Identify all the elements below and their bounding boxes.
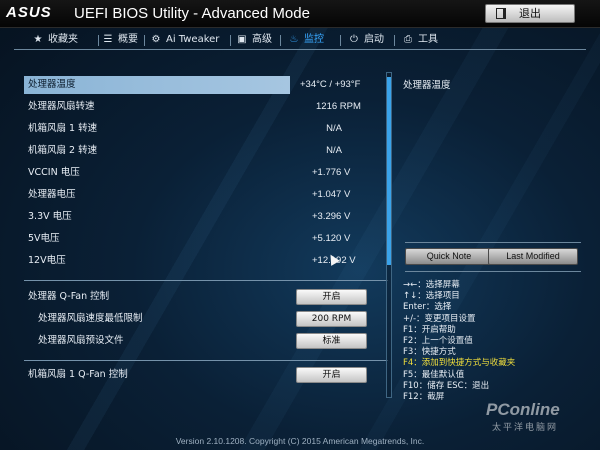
key-line: F10：储存 ESC：退出 <box>403 380 490 391</box>
tab-tool[interactable]: ⎙ 工具 <box>402 32 438 49</box>
help-divider <box>405 242 581 243</box>
star-icon: ★ <box>33 34 43 45</box>
monitor-row-5v[interactable]: 5V电压 +5.120 V <box>22 230 390 248</box>
key-line: F2：上一个设置值 <box>403 335 473 346</box>
nav-divider <box>98 35 99 46</box>
section-divider <box>24 280 388 281</box>
tab-main[interactable]: ☰ 概要 <box>102 32 138 49</box>
key-line: Enter：选择 <box>403 302 452 313</box>
chassis-fan-1-qfan-button[interactable]: 开启 <box>296 367 367 383</box>
row-label: 处理器电压 <box>28 189 76 200</box>
nav-divider <box>144 35 145 46</box>
nav-divider <box>340 35 341 46</box>
monitor-panel: 处理器温度 +34°C / +93°F 处理器风扇转速 1216 RPM 机箱风… <box>22 72 390 396</box>
cpu-fan-profile-button[interactable]: 标准 <box>296 333 367 349</box>
monitor-row-cpu-fan[interactable]: 处理器风扇转速 1216 RPM <box>22 98 390 116</box>
monitor-row-vccin[interactable]: VCCIN 电压 +1.776 V <box>22 164 390 182</box>
exit-label: 退出 <box>519 7 541 20</box>
row-value: +1.776 V <box>312 167 351 178</box>
key-line: F1：开启帮助 <box>403 324 456 335</box>
help-title: 处理器温度 <box>403 80 451 91</box>
title-bar: ASUS UEFI BIOS Utility - Advanced Mode 退… <box>0 0 600 28</box>
monitor-row-3v3[interactable]: 3.3V 电压 +3.296 V <box>22 208 390 226</box>
tab-monitor[interactable]: ♨ 监控 <box>288 32 324 49</box>
row-value: +5.120 V <box>312 233 351 244</box>
row-value: N/A <box>326 145 342 156</box>
monitor-row-cpu-voltage[interactable]: 处理器电压 +1.047 V <box>22 186 390 204</box>
tab-boot[interactable]: ⏻ 启动 <box>348 32 384 49</box>
exit-icon <box>496 8 506 19</box>
exit-button[interactable]: 退出 <box>485 4 575 23</box>
row-label: 机箱风扇 1 Q-Fan 控制 <box>28 369 128 380</box>
list-icon: ☰ <box>103 34 113 45</box>
row-label: 3.3V 电压 <box>28 211 72 222</box>
tweaker-icon: ⚙ <box>151 34 161 45</box>
watermark-logo: PConline <box>486 400 560 419</box>
row-label: 处理器风扇转速 <box>28 101 95 112</box>
key-line: →←：选择屏幕 <box>403 280 460 290</box>
row-value: 1216 RPM <box>316 101 361 112</box>
monitor-icon: ♨ <box>289 34 299 45</box>
nav-divider <box>394 35 395 46</box>
power-icon: ⏻ <box>350 34 358 45</box>
key-line: F3：快捷方式 <box>403 347 456 358</box>
cpu-fan-min-limit-button[interactable]: 200 RPM <box>296 311 367 327</box>
watermark-subtitle: 太平洋电脑网 <box>492 423 559 433</box>
help-panel: 处理器温度 Quick Note Last Modified →←：选择屏幕 ↑… <box>397 72 589 402</box>
row-value: +1.047 V <box>312 189 351 200</box>
row-label: VCCIN 电压 <box>28 167 80 178</box>
row-label: 12V电压 <box>28 255 66 266</box>
row-label: 处理器风扇速度最低限制 <box>38 313 143 324</box>
key-line: ↑↓：选择项目 <box>403 291 460 302</box>
row-value: N/A <box>326 123 342 134</box>
key-legend: →←：选择屏幕 ↑↓：选择项目 Enter：选择 +/-：变更项目设置 F1：开… <box>403 280 587 403</box>
last-modified-button[interactable]: Last Modified <box>488 248 578 265</box>
section-divider <box>24 360 388 361</box>
main-nav: ★ 收藏夹 ☰ 概要 ⚙ Ai Tweaker ▣ 高级 ♨ 监控 ⏻ 启动 ⎙ 工具 <box>14 30 586 50</box>
key-line-highlighted: F4：添加到快捷方式与收藏夹 <box>403 358 516 369</box>
row-label: 处理器风扇预设文件 <box>38 335 124 346</box>
help-divider <box>405 271 581 272</box>
monitor-row-chassis-fan-2[interactable]: 机箱风扇 2 转速 N/A <box>22 142 390 160</box>
advanced-icon: ▣ <box>237 34 247 45</box>
row-value: +12.192 V <box>312 255 356 266</box>
scrollbar-thumb[interactable] <box>387 77 391 265</box>
monitor-row-chassis-fan-1[interactable]: 机箱风扇 1 转速 N/A <box>22 120 390 138</box>
nav-divider <box>230 35 231 46</box>
row-label: 处理器 Q-Fan 控制 <box>28 291 110 302</box>
key-line: +/-：变更项目设置 <box>403 313 476 324</box>
nav-divider <box>280 35 281 46</box>
row-value: +34°C / +93°F <box>300 79 361 90</box>
row-label: 处理器温度 <box>24 76 290 94</box>
version-footer: Version 2.10.1208. Copyright (C) 2015 Am… <box>175 436 425 446</box>
quick-note-button[interactable]: Quick Note <box>405 248 493 265</box>
monitor-row-cpu-temp[interactable]: 处理器温度 +34°C / +93°F <box>22 76 390 94</box>
row-label: 机箱风扇 1 转速 <box>28 123 98 134</box>
cpu-qfan-control-button[interactable]: 开启 <box>296 289 367 305</box>
row-value: +3.296 V <box>312 211 351 222</box>
asus-logo: ASUS <box>6 4 52 21</box>
row-label: 机箱风扇 2 转速 <box>28 145 98 156</box>
tab-favorites[interactable]: ★ 收藏夹 <box>32 32 78 49</box>
printer-icon: ⎙ <box>404 34 412 45</box>
row-label: 5V电压 <box>28 233 60 244</box>
key-line: F5：最佳默认值 <box>403 369 465 380</box>
app-title: UEFI BIOS Utility - Advanced Mode <box>74 5 310 22</box>
tab-advanced[interactable]: ▣ 高级 <box>236 32 272 49</box>
tab-ai-tweaker[interactable]: ⚙ Ai Tweaker <box>150 32 220 49</box>
watermark: PConline 太平洋电脑网 <box>486 400 596 436</box>
